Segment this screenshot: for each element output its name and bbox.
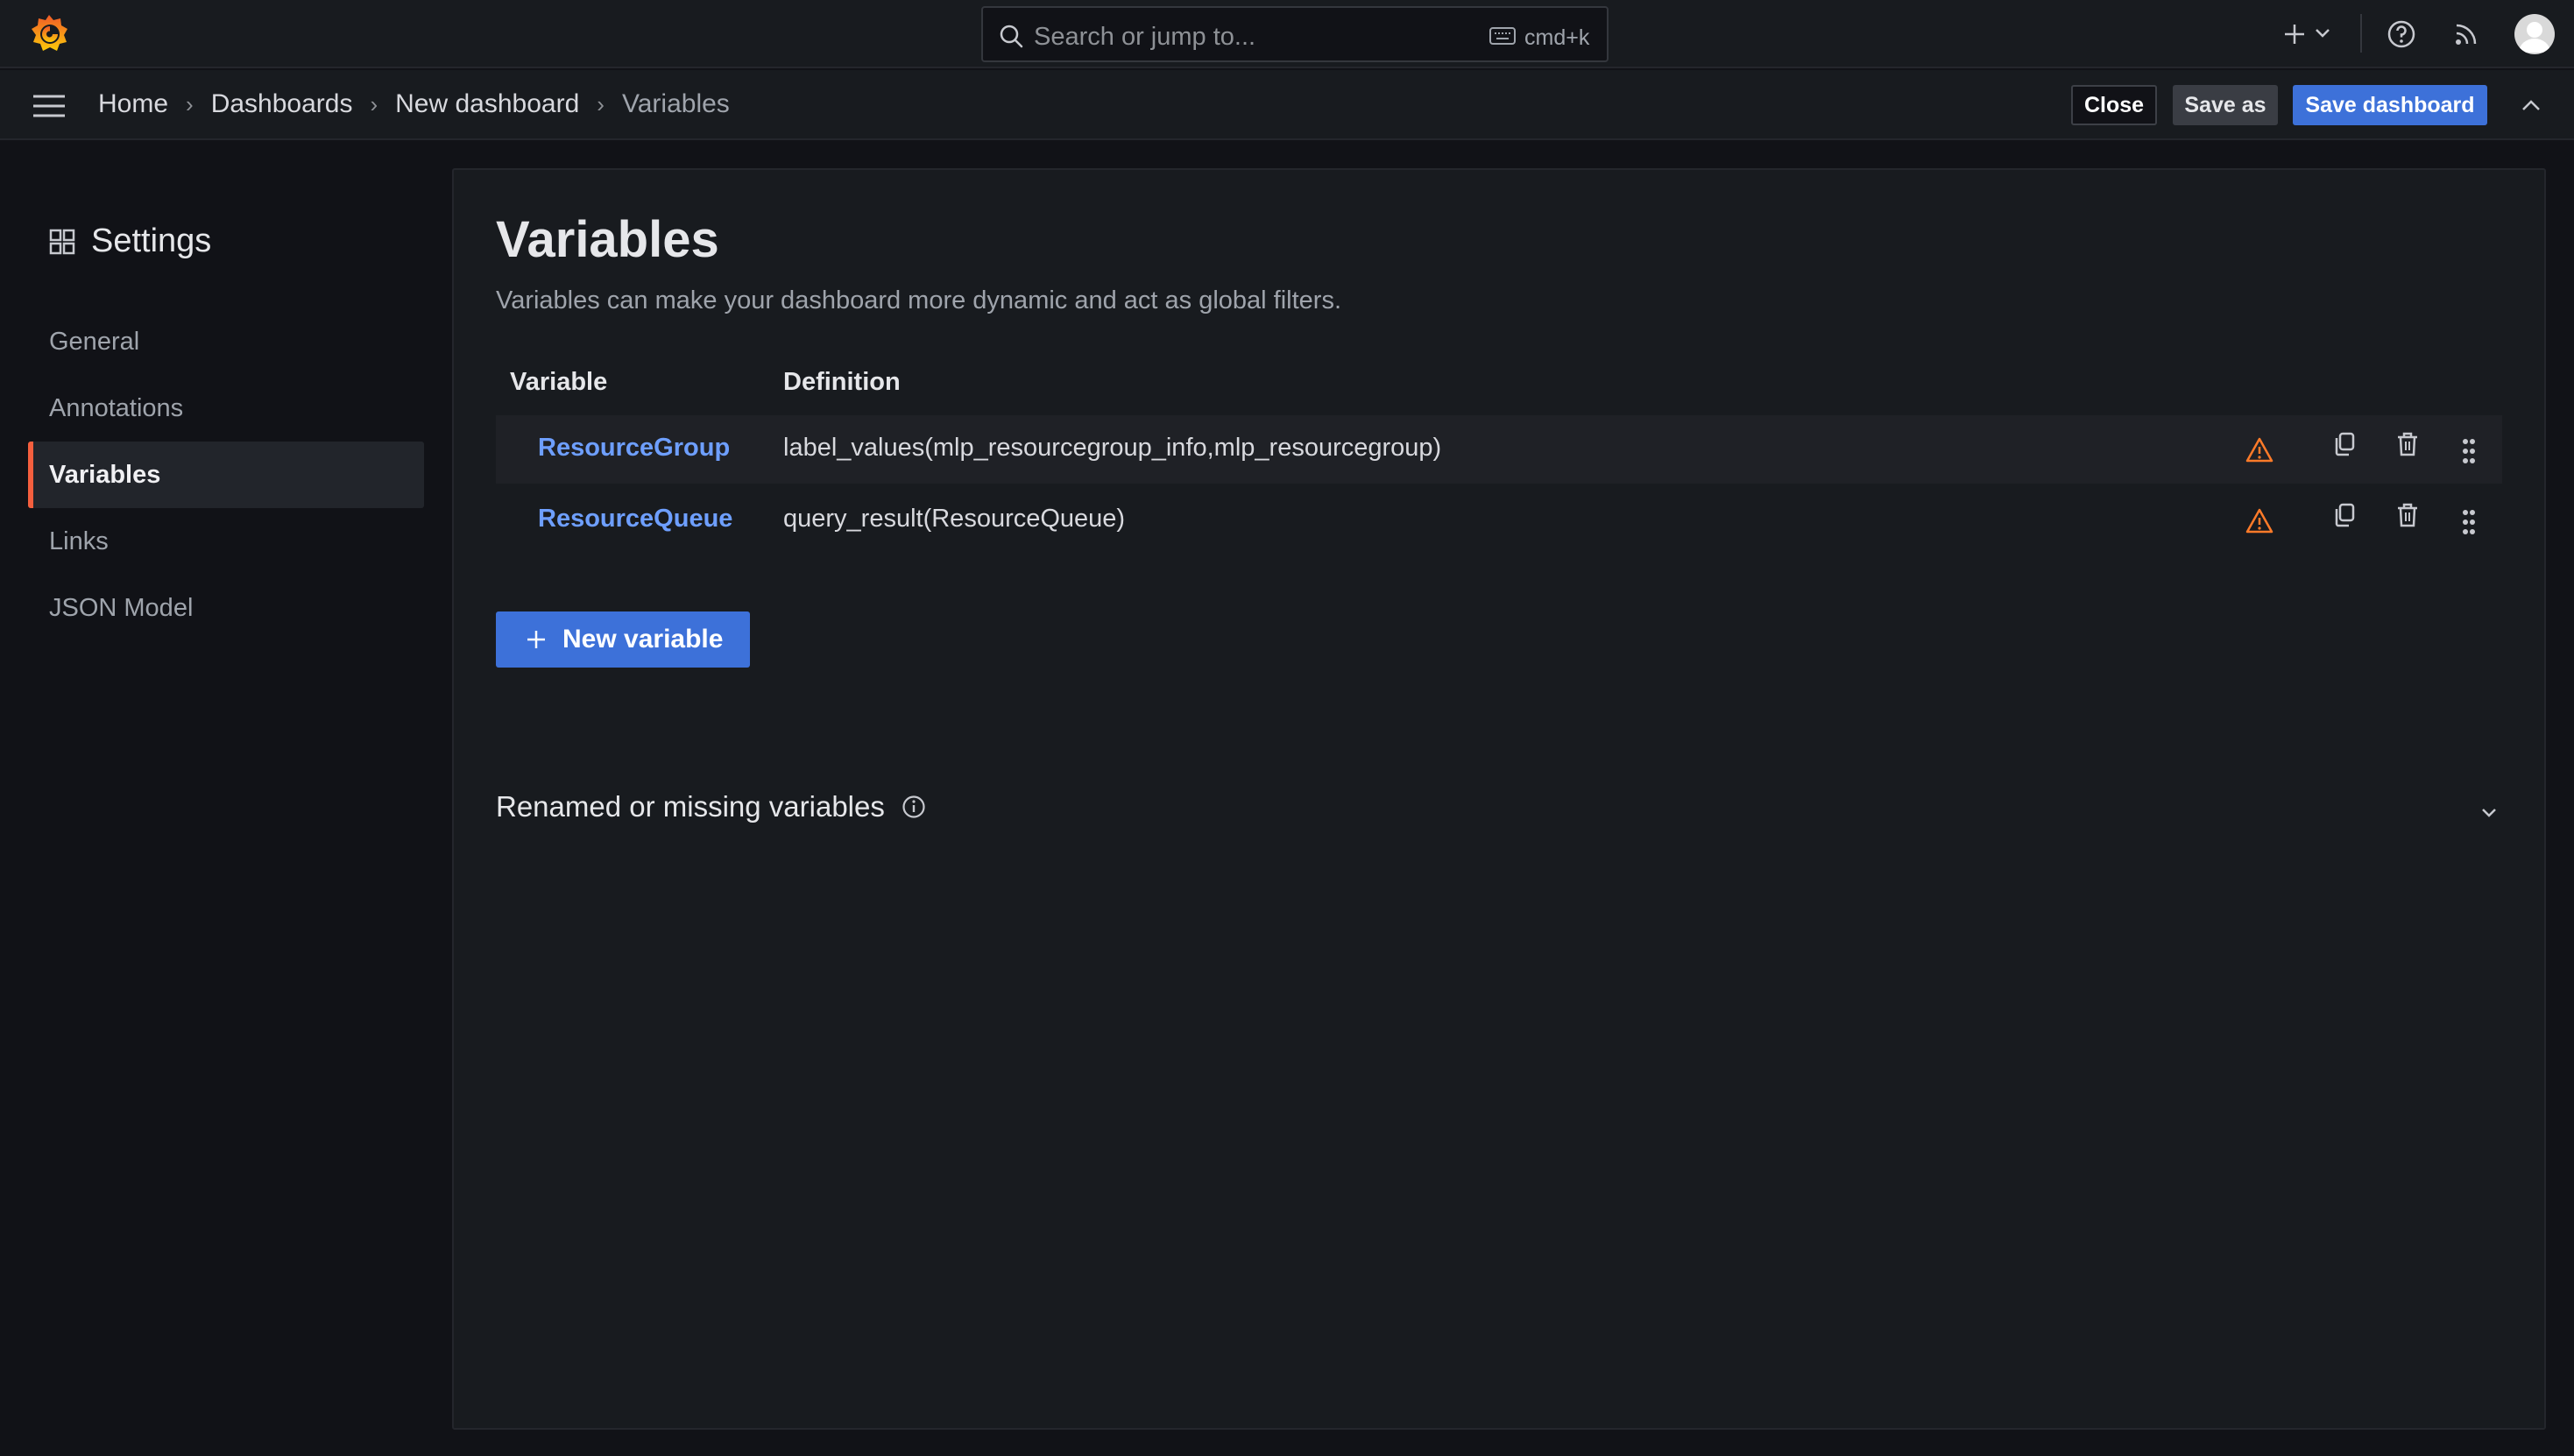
settings-title: Settings — [91, 223, 212, 259]
column-header-variable: Variable — [510, 368, 608, 396]
help-icon[interactable] — [2387, 19, 2416, 49]
top-bar: Search or jump to... cmd+k — [0, 0, 2574, 68]
settings-heading: Settings — [49, 223, 211, 260]
search-icon — [1000, 25, 1023, 48]
page-description: Variables can make your dashboard more d… — [496, 286, 1342, 315]
user-avatar[interactable] — [2514, 14, 2555, 54]
warning-icon — [2245, 437, 2273, 463]
grafana-logo-icon[interactable] — [28, 12, 70, 54]
chevron-down-icon[interactable] — [2479, 806, 2499, 820]
duplicate-icon[interactable] — [2332, 502, 2357, 528]
sidebar-active-indicator — [28, 442, 33, 508]
drag-handle-icon[interactable] — [2462, 509, 2476, 535]
info-icon[interactable] — [901, 794, 927, 820]
plus-icon[interactable] — [2281, 21, 2308, 47]
news-feed-icon[interactable] — [2453, 21, 2479, 47]
chevron-right-icon: › — [597, 90, 605, 117]
chevron-down-icon[interactable] — [2315, 28, 2330, 39]
grid-icon — [49, 229, 75, 254]
breadcrumb-variables: Variables — [621, 89, 730, 118]
toolbar-divider — [2360, 14, 2362, 53]
sidebar-item-variables[interactable]: Variables — [49, 461, 160, 490]
breadcrumb-new-dashboard[interactable]: New dashboard — [395, 89, 579, 119]
breadcrumb-dashboards[interactable]: Dashboards — [211, 89, 353, 119]
trash-icon[interactable] — [2395, 431, 2420, 457]
variable-definition: query_result(ResourceQueue) — [783, 505, 1126, 533]
search-shortcut: cmd+k — [1524, 25, 1590, 50]
search-bar[interactable]: Search or jump to... cmd+k — [981, 6, 1609, 62]
duplicate-icon[interactable] — [2332, 431, 2357, 457]
warning-icon — [2245, 508, 2273, 534]
variable-row: ResourceQueue query_result(ResourceQueue… — [496, 486, 2502, 555]
drag-handle-icon[interactable] — [2462, 438, 2476, 464]
user-icon — [2519, 22, 2550, 53]
page-title: Variables — [496, 211, 719, 268]
chevron-right-icon: › — [186, 90, 194, 117]
sidebar-item-links[interactable]: Links — [49, 527, 109, 556]
renamed-variables-section-toggle[interactable]: Renamed or missing variables — [496, 790, 927, 823]
variable-row: ResourceGroup label_values(mlp_resourceg… — [496, 415, 2502, 484]
trash-icon[interactable] — [2395, 502, 2420, 528]
close-button[interactable]: Close — [2071, 85, 2157, 125]
chevron-up-icon[interactable] — [2520, 96, 2542, 114]
keyboard-icon — [1489, 27, 1516, 45]
menu-icon[interactable] — [32, 93, 67, 119]
sidebar-item-annotations[interactable]: Annotations — [49, 394, 183, 423]
sidebar-item-json-model[interactable]: JSON Model — [49, 594, 193, 623]
save-as-button[interactable]: Save as — [2173, 85, 2278, 125]
variable-name-link[interactable]: ResourceQueue — [538, 505, 732, 534]
save-dashboard-button[interactable]: Save dashboard — [2293, 85, 2487, 125]
variable-name-link[interactable]: ResourceGroup — [538, 434, 730, 463]
new-variable-button[interactable]: New variable — [496, 611, 750, 668]
chevron-right-icon: › — [370, 90, 378, 117]
search-placeholder: Search or jump to... — [1034, 23, 1256, 51]
sidebar-item-general[interactable]: General — [49, 328, 139, 357]
breadcrumb: Home › Dashboards › New dashboard › Vari… — [98, 89, 730, 119]
new-variable-label: New variable — [562, 625, 724, 654]
dashboard-toolbar: Home › Dashboards › New dashboard › Vari… — [0, 70, 2574, 140]
breadcrumb-home[interactable]: Home — [98, 89, 168, 119]
variable-definition: label_values(mlp_resourcegroup_info,mlp_… — [783, 434, 1442, 462]
column-header-definition: Definition — [783, 368, 901, 396]
plus-icon — [527, 631, 545, 648]
renamed-variables-title: Renamed or missing variables — [496, 790, 885, 823]
